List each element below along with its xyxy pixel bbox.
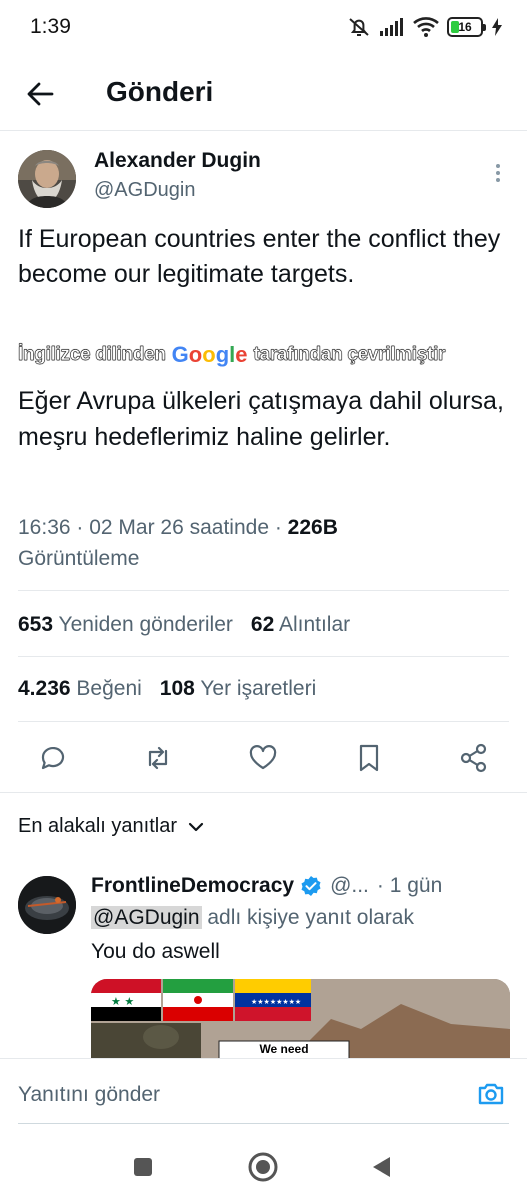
system-nav-bar <box>0 1138 527 1200</box>
status-time: 1:39 <box>30 15 71 38</box>
header-divider <box>0 130 527 131</box>
reply-author-handle[interactable]: @... <box>330 874 369 898</box>
divider <box>18 656 509 657</box>
status-icons: 16 <box>347 15 503 39</box>
reply-sort-dropdown[interactable]: En alakalı yanıtlar <box>18 815 205 838</box>
author-name[interactable]: Alexander Dugin <box>94 149 261 173</box>
reply-image-caption: We need <box>259 1042 309 1056</box>
svg-text:★★★★★★★★: ★★★★★★★★ <box>251 998 301 1006</box>
like-heart-icon[interactable] <box>246 741 280 775</box>
charging-icon <box>492 18 502 36</box>
translation-attribution: İngilizce dilinden Google tarafından çev… <box>18 342 518 368</box>
reply-image[interactable]: ★ ★ ★★★★★★★★ We need <box>91 979 510 1059</box>
camera-icon[interactable] <box>476 1079 506 1109</box>
reply-author-name[interactable]: FrontlineDemocracy <box>91 874 294 898</box>
verified-badge-icon <box>301 876 321 896</box>
share-icon[interactable] <box>457 741 491 775</box>
google-logo: Google <box>171 342 248 367</box>
battery-icon: 16 <box>447 17 486 37</box>
translation-prefix: İngilizce dilinden <box>18 344 166 365</box>
reposts-stat[interactable]: 653 Yeniden gönderiler <box>18 613 233 637</box>
reply-header: FrontlineDemocracy @... · 1 gün <box>91 874 442 898</box>
mute-bell-icon <box>349 18 369 36</box>
composer-underline <box>18 1123 509 1124</box>
home-circle-icon[interactable] <box>246 1150 280 1184</box>
section-divider <box>0 792 527 793</box>
bookmark-icon[interactable] <box>352 741 386 775</box>
repost-icon[interactable] <box>141 741 175 775</box>
reply-age: · 1 gün <box>376 874 443 897</box>
chevron-down-icon <box>188 822 204 831</box>
quotes-stat[interactable]: 62 Alıntılar <box>251 613 350 637</box>
stats-row-likes: 4.236 Beğeni 108 Yer işaretleri <box>18 677 316 701</box>
svg-text:★ ★: ★ ★ <box>111 995 134 1008</box>
reply-to-suffix: adlı kişiye yanıt olarak <box>201 906 414 929</box>
reply-avatar[interactable] <box>18 876 76 934</box>
divider <box>18 590 509 591</box>
reply-text: You do aswell <box>91 940 220 963</box>
more-options-icon[interactable] <box>488 162 508 184</box>
action-bar <box>0 735 527 781</box>
reply-icon[interactable] <box>36 741 70 775</box>
timestamp[interactable]: 16:36 · 02 Mar 26 saatinde · <box>18 516 288 539</box>
author-handle[interactable]: @AGDugin <box>94 179 195 202</box>
signal-icon <box>380 18 403 36</box>
reply-composer: Yanıtını gönder <box>0 1058 527 1138</box>
bookmarks-stat[interactable]: 108 Yer işaretleri <box>160 677 316 701</box>
back-triangle-icon[interactable] <box>364 1150 398 1184</box>
recents-square-icon[interactable] <box>126 1150 160 1184</box>
header: Gönderi <box>0 58 527 130</box>
reply-to-line: @AGDugin adlı kişiye yanıt olarak <box>91 906 414 930</box>
likes-stat[interactable]: 4.236 Beğeni <box>18 677 142 701</box>
back-arrow-icon[interactable] <box>22 76 58 112</box>
page-title: Gönderi <box>106 76 214 107</box>
tweet-text: If European countries enter the conflict… <box>18 225 501 288</box>
views-count: 226B <box>287 516 338 539</box>
battery-level: 16 <box>458 20 472 34</box>
wifi-icon <box>413 17 439 37</box>
views-label: Görüntüleme <box>18 547 140 570</box>
author-avatar[interactable] <box>18 150 76 208</box>
reply-input[interactable]: Yanıtını gönder <box>18 1083 418 1107</box>
status-bar: 1:39 16 <box>0 0 527 58</box>
stats-row-reposts: 653 Yeniden gönderiler 62 Alıntılar <box>18 613 350 637</box>
divider <box>18 721 509 722</box>
translated-text: Eğer Avrupa ülkeleri çatışmaya dahil olu… <box>18 387 504 451</box>
tweet-meta: 16:36 · 02 Mar 26 saatinde · 226B Görünt… <box>18 512 508 574</box>
reply-mention-link[interactable]: @AGDugin <box>91 906 202 929</box>
reply-sort-label: En alakalı yanıtlar <box>18 815 177 837</box>
translation-suffix: tarafından çevrilmiştir <box>253 344 446 365</box>
